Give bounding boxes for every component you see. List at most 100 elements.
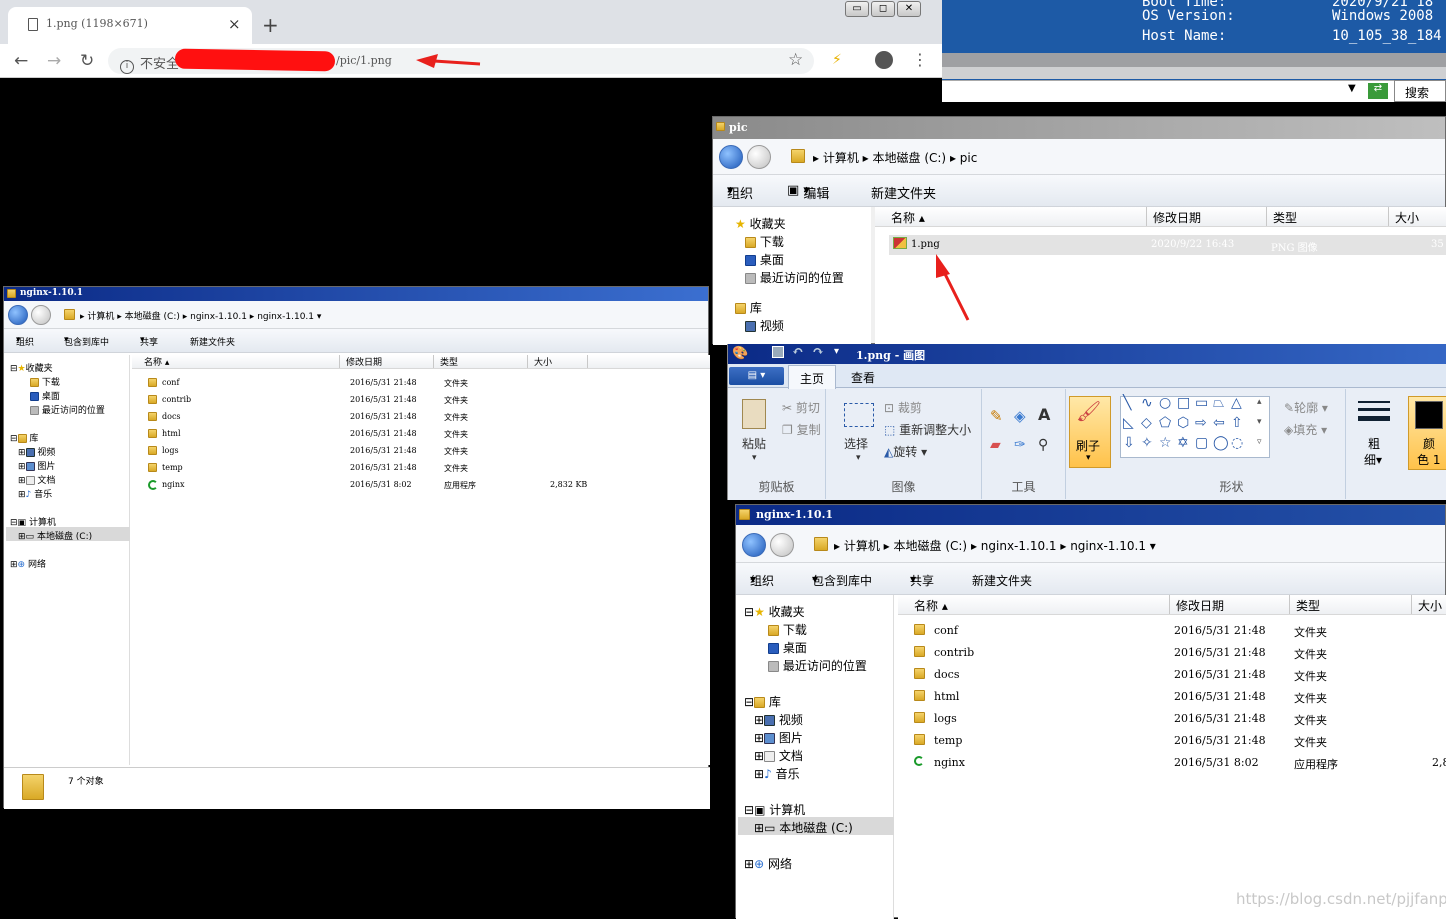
tree-item-videos[interactable]: ⊞ 视频 <box>754 711 803 728</box>
maximize-button[interactable]: ◻ <box>871 1 895 17</box>
breadcrumb[interactable]: ▸ 计算机 ▸ 本地磁盘 (C:) ▸ nginx-1.10.1 ▸ nginx… <box>80 309 321 322</box>
back-button[interactable] <box>742 533 766 557</box>
organize-button[interactable]: 组织 ▾ <box>16 335 34 348</box>
save-icon[interactable] <box>772 346 784 358</box>
table-row[interactable]: conf 2016/5/31 21:48 文件夹 <box>144 377 704 394</box>
crop-button[interactable]: ⊡ 裁剪 <box>884 399 922 416</box>
new-tab-button[interactable]: + <box>262 13 279 37</box>
forward-icon[interactable]: → <box>47 51 61 71</box>
col-type[interactable]: 类型 <box>1290 595 1412 614</box>
select-dropdown-icon[interactable]: ▾ <box>856 453 861 463</box>
tree-item-recent[interactable]: 最近访问的位置 <box>30 403 105 416</box>
table-row[interactable]: docs 2016/5/31 21:48 文件夹 <box>910 667 1446 689</box>
extension-icon[interactable]: ⚡ <box>832 52 842 68</box>
col-name[interactable]: 名称 ▴ <box>875 207 1147 226</box>
tree-item-network[interactable]: ⊞⊕ 网络 <box>10 557 46 570</box>
tab-close-icon[interactable]: × <box>228 15 241 33</box>
cut-button[interactable]: ✂ 剪切 <box>782 399 820 416</box>
tree-item-favorites[interactable]: ★ 收藏夹 <box>735 215 786 232</box>
dropdown-arrow-icon[interactable]: ▼ <box>1348 83 1356 94</box>
table-row[interactable]: temp 2016/5/31 21:48 文件夹 <box>910 733 1446 755</box>
col-size[interactable]: 大小 <box>1412 595 1446 614</box>
tree-item-documents[interactable]: ⊞ 文档 <box>18 473 55 486</box>
tree-item-videos[interactable]: 视频 <box>745 317 784 334</box>
edit-button[interactable]: ▣ 编辑 ▾ <box>787 183 829 202</box>
select-icon[interactable] <box>844 403 874 427</box>
paste-button[interactable]: 粘贴 <box>742 435 766 452</box>
tree-item-pictures[interactable]: ⊞ 图片 <box>18 459 55 472</box>
table-row[interactable]: nginx 2016/5/31 8:02 应用程序 2,832 KB <box>144 479 704 496</box>
table-row[interactable]: nginx 2016/5/31 8:02 应用程序 2,8 <box>910 755 1446 777</box>
tree-item-pictures[interactable]: ⊞ 图片 <box>754 729 803 746</box>
new-folder-button[interactable]: 新建文件夹 <box>871 183 936 202</box>
forward-button[interactable] <box>747 145 771 169</box>
back-button[interactable] <box>8 305 28 325</box>
tree-item-downloads[interactable]: 下载 <box>30 375 60 388</box>
col-name[interactable]: 名称 ▴ <box>898 595 1170 614</box>
close-button[interactable]: ✕ <box>897 1 921 17</box>
organize-button[interactable]: 组织 ▾ <box>750 572 774 588</box>
tree-item-local-disk[interactable]: ⊞▭ 本地磁盘 (C:) <box>18 529 92 542</box>
table-row[interactable]: contrib 2016/5/31 21:48 文件夹 <box>144 394 704 411</box>
col-type[interactable]: 类型 <box>434 355 528 368</box>
include-library-button[interactable]: 包含到库中 ▾ <box>812 572 872 588</box>
tree-item-libraries[interactable]: ⊟ 库 <box>744 693 781 710</box>
breadcrumb[interactable]: ▸ 计算机 ▸ 本地磁盘 (C:) ▸ nginx-1.10.1 ▸ nginx… <box>834 537 1156 554</box>
col-date[interactable]: 修改日期 <box>340 355 434 368</box>
table-row[interactable]: logs 2016/5/31 21:48 文件夹 <box>144 445 704 462</box>
back-button[interactable] <box>719 145 743 169</box>
reload-icon[interactable]: ↻ <box>80 51 94 71</box>
organize-button[interactable]: 组织 ▾ <box>727 183 753 202</box>
share-button[interactable]: 共享 ▾ <box>910 572 934 588</box>
tree-item-local-disk[interactable]: ⊞▭ 本地磁盘 (C:) <box>754 819 853 836</box>
redo-icon[interactable]: ↷ <box>812 344 824 360</box>
text-tool-icon[interactable]: A <box>1038 405 1050 424</box>
col-name[interactable]: 名称 ▴ <box>132 355 340 368</box>
forward-button[interactable] <box>770 533 794 557</box>
table-row[interactable]: html 2016/5/31 21:48 文件夹 <box>910 689 1446 711</box>
tree-item-computer[interactable]: ⊟▣ 计算机 <box>744 801 805 818</box>
table-row[interactable]: contrib 2016/5/31 21:48 文件夹 <box>910 645 1446 667</box>
rotate-button[interactable]: ◭旋转 ▾ <box>884 443 927 460</box>
select-button[interactable]: 选择 <box>844 435 868 452</box>
col-size[interactable]: 大小 <box>528 355 588 368</box>
minimize-button[interactable]: ▭ <box>845 1 869 17</box>
paste-dropdown-icon[interactable]: ▾ <box>752 453 757 463</box>
col-type[interactable]: 类型 <box>1267 207 1389 226</box>
tree-item-music[interactable]: ⊞♪ 音乐 <box>18 487 52 500</box>
tree-item-libraries[interactable]: 库 <box>735 299 762 316</box>
paste-icon[interactable] <box>742 399 766 429</box>
profile-avatar[interactable] <box>875 51 893 69</box>
undo-icon[interactable]: ↶ <box>792 344 804 360</box>
tree-item-favorites[interactable]: ⊟★ 收藏夹 <box>744 603 805 620</box>
col-date[interactable]: 修改日期 <box>1147 207 1267 226</box>
new-folder-button[interactable]: 新建文件夹 <box>190 335 235 348</box>
tree-item-desktop[interactable]: 桌面 <box>768 639 807 656</box>
table-row[interactable]: html 2016/5/31 21:48 文件夹 <box>144 428 704 445</box>
search-input[interactable]: 搜索 ng <box>1394 80 1446 115</box>
refresh-icon[interactable]: ⇄ <box>1368 83 1388 99</box>
magnifier-icon[interactable]: ⚲ <box>1038 437 1048 453</box>
tree-item-favorites[interactable]: ⊟★收藏夹 <box>10 361 53 374</box>
tree-item-libraries[interactable]: ⊟ 库 <box>10 431 38 444</box>
new-folder-button[interactable]: 新建文件夹 <box>972 572 1032 589</box>
file-menu-button[interactable]: ▤ ▾ <box>729 367 784 385</box>
tab-view[interactable]: 查看 <box>851 369 875 386</box>
pencil-icon[interactable]: ✎ <box>990 407 1003 425</box>
tree-item-documents[interactable]: ⊞ 文档 <box>754 747 803 764</box>
col-date[interactable]: 修改日期 <box>1170 595 1290 614</box>
tree-item-music[interactable]: ⊞♪ 音乐 <box>754 765 800 782</box>
include-library-button[interactable]: 包含到库中 ▾ <box>64 335 109 348</box>
share-button[interactable]: 共享 ▾ <box>140 335 158 348</box>
tab-home[interactable]: 主页 <box>788 365 836 389</box>
table-row[interactable]: conf 2016/5/31 21:48 文件夹 <box>910 623 1446 645</box>
fill-bucket-icon[interactable]: ◈ <box>1014 407 1026 425</box>
color1-button[interactable]: 颜 色 1 <box>1408 396 1446 470</box>
back-icon[interactable]: ← <box>14 51 28 71</box>
tree-item-desktop[interactable]: 桌面 <box>30 389 60 402</box>
table-row[interactable]: docs 2016/5/31 21:48 文件夹 <box>144 411 704 428</box>
breadcrumb[interactable]: ▸ 计算机 ▸ 本地磁盘 (C:) ▸ pic <box>813 149 977 166</box>
bookmark-star-icon[interactable]: ☆ <box>788 50 803 70</box>
forward-button[interactable] <box>31 305 51 325</box>
browser-tab[interactable]: 1.png (1198×671) × <box>8 7 252 44</box>
